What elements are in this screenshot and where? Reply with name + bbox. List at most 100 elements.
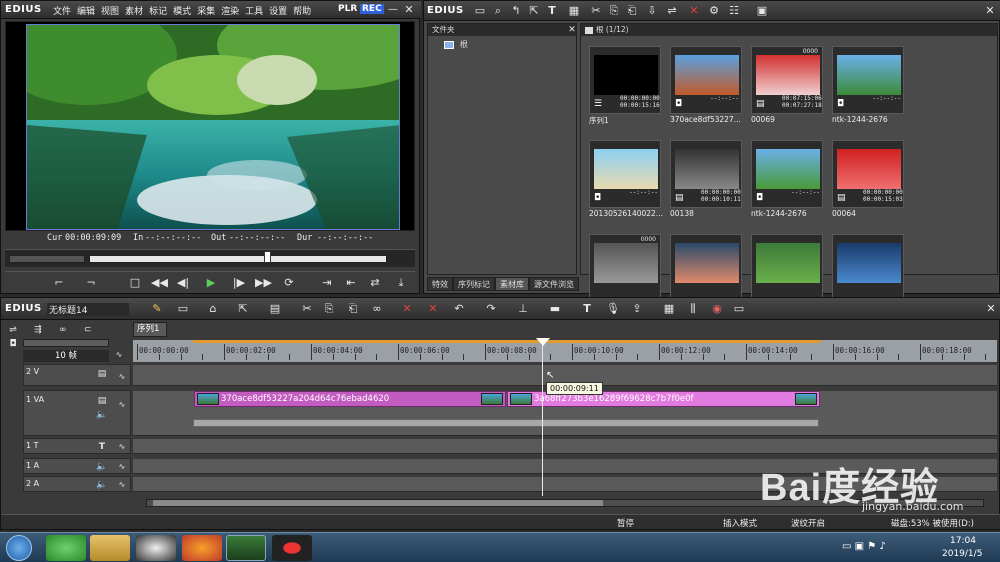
- paste-icon[interactable]: ⎗: [624, 3, 640, 19]
- taskbar-edius[interactable]: [226, 535, 266, 561]
- menu-tools[interactable]: 工具: [245, 7, 263, 17]
- menu-marker[interactable]: 标记: [149, 7, 167, 17]
- link-mode-icon[interactable]: ∞: [55, 322, 71, 338]
- properties-icon[interactable]: ⚙: [706, 3, 722, 19]
- overwrite-icon[interactable]: ⇤: [343, 275, 359, 291]
- menu-view[interactable]: 视图: [101, 7, 119, 17]
- taskbar-explorer[interactable]: [90, 535, 130, 561]
- tab-bin[interactable]: 素材库: [495, 277, 529, 291]
- link-icon[interactable]: ∞: [369, 301, 385, 317]
- va-wave-icon[interactable]: ∿: [114, 397, 130, 413]
- new-sequence-icon[interactable]: ▭: [175, 301, 191, 317]
- wave-icon[interactable]: ∿: [111, 347, 127, 363]
- track-header-2v[interactable]: 2 V ▤ ∿: [23, 364, 131, 386]
- playhead-marker[interactable]: [536, 338, 550, 346]
- taskbar-app-360[interactable]: [46, 535, 86, 561]
- cut-icon[interactable]: ✂: [588, 3, 604, 19]
- clock-time[interactable]: 17:04: [950, 536, 976, 546]
- vectorscope-icon[interactable]: ◉: [709, 301, 725, 317]
- loop-icon[interactable]: ⟳: [281, 275, 297, 291]
- time-ruler[interactable]: 00:00:00:00 00:00:02:00 00:00:04:00 00:00:0…: [133, 340, 997, 362]
- a1-speaker-icon[interactable]: 🔈: [94, 459, 110, 475]
- scrub-bar[interactable]: [5, 249, 415, 267]
- timeline-title-icon[interactable]: T: [579, 301, 595, 317]
- delete-icon[interactable]: ✕: [686, 3, 702, 19]
- tab-effects[interactable]: 特效: [427, 277, 453, 291]
- fast-forward-icon[interactable]: ▶▶: [255, 275, 272, 291]
- menu-clip[interactable]: 素材: [125, 7, 143, 17]
- bin-close-icon[interactable]: ✕: [982, 3, 998, 19]
- ripple-delete-icon[interactable]: ✕: [399, 301, 415, 317]
- track-header-2a[interactable]: 2 A 🔈 ∿: [23, 476, 131, 492]
- undo-icon[interactable]: ↶: [451, 301, 467, 317]
- bin-clip[interactable]: ◘ --:--:-- ntk-1244-2676: [751, 140, 823, 220]
- set-out-icon[interactable]: ¬: [83, 275, 99, 291]
- save-icon[interactable]: ▤: [267, 301, 283, 317]
- a2-speaker-icon[interactable]: 🔈: [94, 477, 110, 493]
- stop-icon[interactable]: □: [127, 275, 143, 291]
- title-icon[interactable]: T: [544, 3, 560, 19]
- va-speaker-icon[interactable]: 🔈: [94, 407, 110, 423]
- insert-icon[interactable]: ⇥: [319, 275, 335, 291]
- clock-date[interactable]: 2019/1/5: [942, 549, 982, 559]
- timeline-copy-icon[interactable]: ⎘: [321, 301, 337, 317]
- timeline-paste-icon[interactable]: ⎗: [345, 301, 361, 317]
- timeline-clip-1[interactable]: 370ace8df53227a204d64c76ebad4620: [194, 391, 506, 407]
- replace-clip-icon[interactable]: ⇌: [664, 3, 680, 19]
- bin-clip[interactable]: ◘ --:--:-- ntk-1244-2676: [832, 46, 904, 126]
- bin-clip[interactable]: ☰ 00:00:00:00 00:00:15:16 序列1: [589, 46, 661, 126]
- scrollbar-thumb[interactable]: [153, 500, 603, 506]
- a2-wave-icon[interactable]: ∿: [114, 477, 130, 493]
- t-wave-icon[interactable]: ∿: [114, 439, 130, 455]
- menu-edit[interactable]: 编辑: [77, 7, 95, 17]
- taskbar-qq[interactable]: [136, 535, 176, 561]
- bin-clip[interactable]: 0000 ▤ 00:07:15:06 00:07:27:18 00069: [751, 46, 823, 126]
- add-cut-point-icon[interactable]: ⊥: [515, 301, 531, 317]
- track-lock-icon[interactable]: ◘: [5, 336, 21, 352]
- export-icon[interactable]: ⤓: [393, 275, 409, 291]
- track-header-1va[interactable]: 1 VA ▤ 🔈 ∿: [23, 390, 131, 436]
- minimize-icon[interactable]: —: [385, 2, 401, 18]
- folder-panel-close-icon[interactable]: ✕: [564, 24, 580, 36]
- track-header-1t[interactable]: 1 T T ∿: [23, 438, 131, 454]
- open-project-icon[interactable]: ⌂: [205, 301, 221, 317]
- magnet-icon[interactable]: ⊂: [80, 322, 96, 338]
- search-icon[interactable]: ⌕: [490, 3, 506, 19]
- add-to-timeline-icon[interactable]: ⇩: [644, 3, 660, 19]
- taskbar-recorder[interactable]: [272, 535, 312, 561]
- menu-capture[interactable]: 采集: [197, 7, 215, 17]
- copy-icon[interactable]: ⎘: [606, 3, 622, 19]
- slider-handle[interactable]: [264, 251, 271, 263]
- tab-sequence1[interactable]: 序列1: [133, 322, 167, 337]
- folder-icon[interactable]: ▭: [472, 3, 488, 19]
- save-project-icon[interactable]: ⇱: [235, 301, 251, 317]
- timeline-cut-icon[interactable]: ✂: [299, 301, 315, 317]
- replace-icon[interactable]: ⇄: [367, 275, 383, 291]
- step-forward-icon[interactable]: |▶: [231, 275, 247, 291]
- track-1t[interactable]: [133, 438, 997, 454]
- menu-mode[interactable]: 模式: [173, 7, 191, 17]
- microphone-icon[interactable]: 🎙: [605, 301, 621, 317]
- transition-icon[interactable]: ▬: [547, 301, 563, 317]
- menu-file[interactable]: 文件: [53, 7, 71, 17]
- menu-render[interactable]: 渲染: [221, 7, 239, 17]
- set-in-icon[interactable]: ⌐: [51, 275, 67, 291]
- mode-icon[interactable]: ✎: [149, 301, 165, 317]
- root-folder[interactable]: 根: [444, 39, 468, 50]
- menu-settings[interactable]: 设置: [269, 7, 287, 17]
- zoom-slider[interactable]: [23, 339, 109, 347]
- playhead[interactable]: [542, 338, 543, 496]
- position-slider[interactable]: [89, 255, 387, 263]
- play-icon[interactable]: ▶: [203, 275, 219, 291]
- timeline-close-icon[interactable]: ✕: [983, 301, 999, 317]
- bin-menu-icon[interactable]: ▣: [754, 3, 770, 19]
- jog-slider[interactable]: [9, 255, 85, 263]
- color-bar-icon[interactable]: ▦: [566, 3, 582, 19]
- start-button[interactable]: [6, 535, 32, 561]
- rewind-icon[interactable]: ◀◀: [151, 275, 168, 291]
- track-header-1a[interactable]: 1 A 🔈 ∿: [23, 458, 131, 474]
- bin-clip[interactable]: ▤ 00:00:00:00 00:00:15:03 00064: [832, 140, 904, 220]
- a1-wave-icon[interactable]: ∿: [114, 459, 130, 475]
- view-icon[interactable]: ☷: [726, 3, 742, 19]
- mixer-icon[interactable]: ⫼: [685, 301, 701, 317]
